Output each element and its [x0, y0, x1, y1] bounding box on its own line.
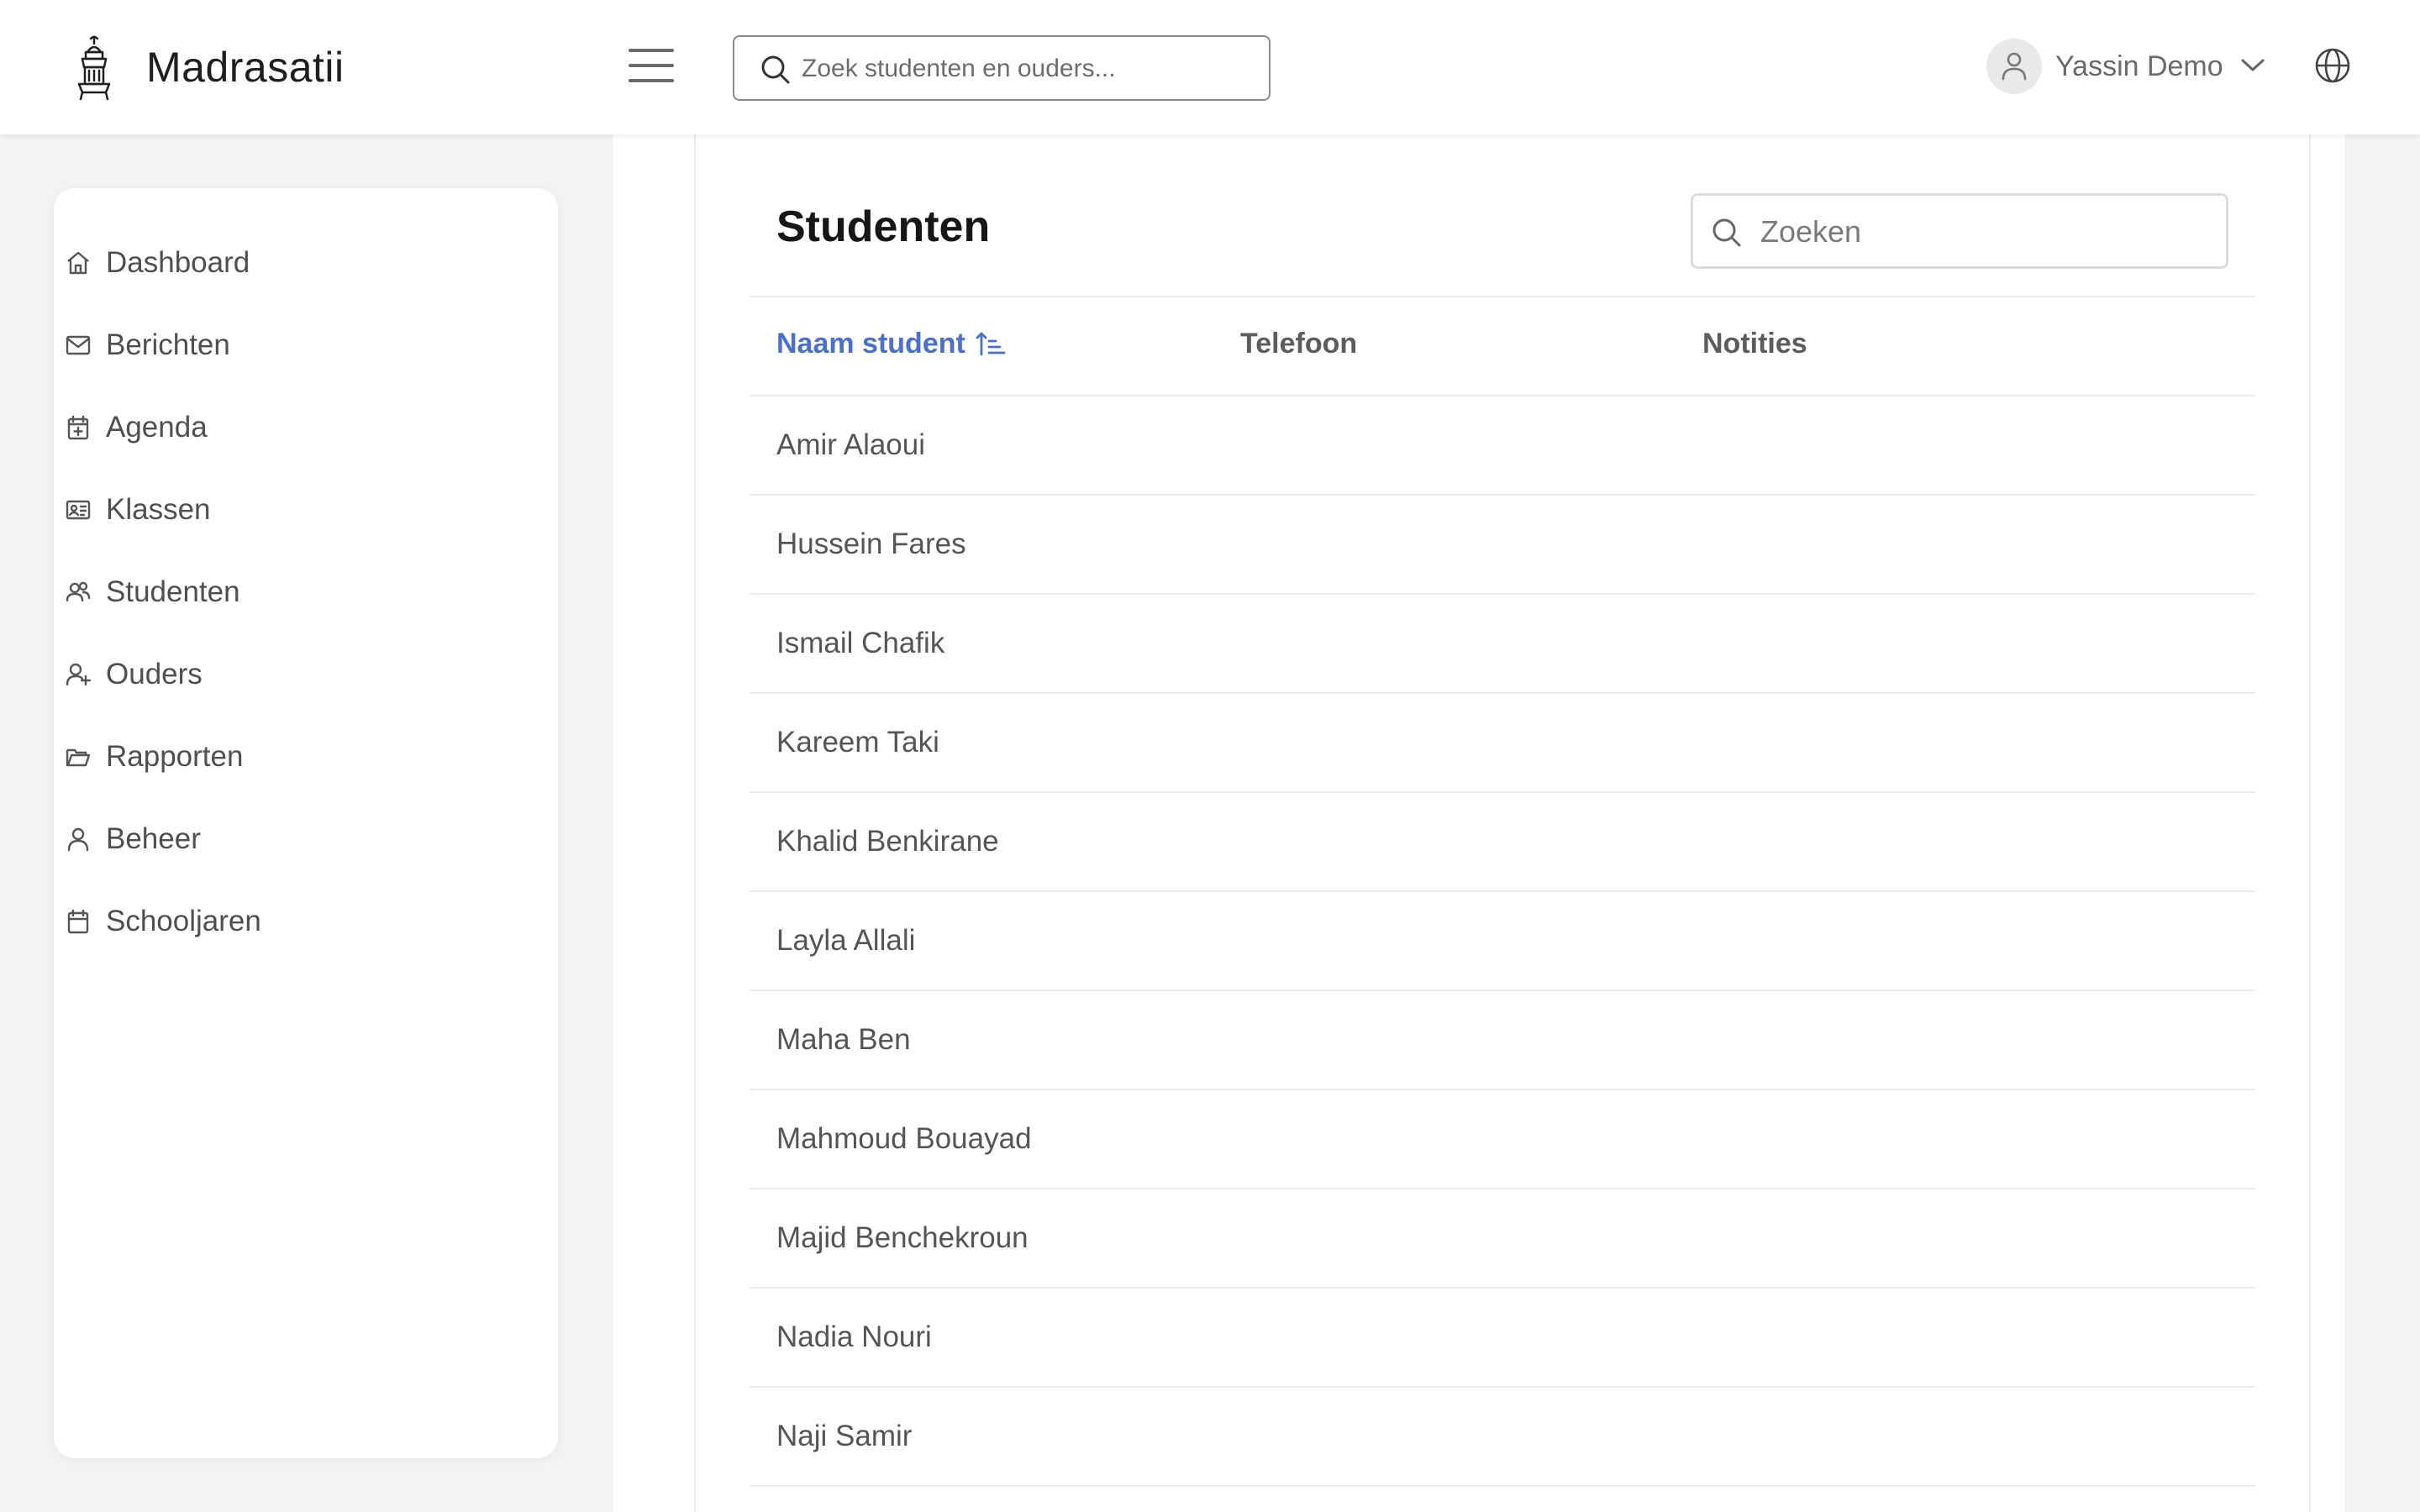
top-bar: Madrasatii Yassin Demo: [0, 0, 2420, 134]
sidebar-item-studenten[interactable]: Studenten: [64, 563, 467, 622]
mosque-logo-icon: [71, 34, 118, 101]
table-row[interactable]: Maha Ben: [776, 1023, 911, 1057]
divider: [750, 1485, 2255, 1487]
table-row[interactable]: Naji Samir: [776, 1420, 912, 1453]
sidebar-item-beheer[interactable]: Beheer: [64, 810, 467, 869]
avatar: [1986, 39, 2042, 94]
menu-toggle-icon[interactable]: [629, 49, 674, 86]
divider: [750, 890, 2255, 892]
user-menu[interactable]: Yassin Demo: [1986, 39, 2272, 96]
search-icon: [760, 54, 792, 86]
divider: [750, 692, 2255, 694]
column-header-telefoon[interactable]: Telefoon: [1240, 328, 1357, 360]
divider: [750, 395, 2255, 396]
user-icon: [64, 825, 92, 853]
sort-ascending-icon: [976, 332, 1006, 356]
table-row[interactable]: Nadia Nouri: [776, 1320, 932, 1354]
sidebar-item-label: Klassen: [106, 493, 211, 526]
sidebar-item-ouders[interactable]: Ouders: [64, 645, 467, 704]
divider: [750, 593, 2255, 595]
id-card-icon: [64, 496, 92, 524]
sidebar-item-label: Rapporten: [106, 740, 244, 773]
sidebar-item-dashboard[interactable]: Dashboard: [64, 234, 467, 292]
sidebar-item-label: Schooljaren: [106, 905, 261, 937]
calendar-icon: [64, 907, 92, 936]
divider: [750, 1386, 2255, 1388]
table-search-input[interactable]: [1760, 211, 2214, 253]
chevron-down-icon: [2241, 59, 2265, 71]
sidebar-item-label: Berichten: [106, 328, 230, 361]
user-plus-icon: [64, 660, 92, 689]
page-title: Studenten: [776, 202, 991, 251]
divider: [750, 1188, 2255, 1189]
global-search-box[interactable]: [733, 35, 1270, 101]
users-icon: [64, 578, 92, 606]
sidebar-item-label: Dashboard: [106, 246, 250, 279]
user-name: Yassin Demo: [2055, 50, 2223, 82]
divider: [750, 791, 2255, 793]
column-header-naam-student[interactable]: Naam student: [776, 328, 1006, 360]
sidebar-item-label: Ouders: [106, 658, 203, 690]
divider: [750, 1287, 2255, 1289]
home-icon: [64, 249, 92, 277]
table-search-box[interactable]: [1691, 193, 2228, 269]
sidebar-item-label: Studenten: [106, 575, 240, 608]
global-search-input[interactable]: [802, 49, 1255, 89]
sidebar-item-label: Agenda: [106, 411, 208, 444]
table-row[interactable]: Kareem Taki: [776, 726, 939, 759]
table-row[interactable]: Mahmoud Bouayad: [776, 1122, 1032, 1156]
table-row[interactable]: Amir Alaoui: [776, 428, 925, 462]
table-row[interactable]: Khalid Benkirane: [776, 825, 999, 858]
sidebar-item-schooljaren[interactable]: Schooljaren: [64, 892, 467, 951]
mail-icon: [64, 331, 92, 360]
table-row[interactable]: Hussein Fares: [776, 528, 966, 561]
column-header-label: Naam student: [776, 328, 965, 360]
sidebar-item-agenda[interactable]: Agenda: [64, 398, 467, 457]
search-icon: [1710, 216, 1744, 254]
sidebar-item-label: Beheer: [106, 822, 201, 855]
table-row[interactable]: Majid Benchekroun: [776, 1221, 1028, 1255]
table-row[interactable]: Layla Allali: [776, 924, 915, 958]
globe-language-icon[interactable]: [2314, 47, 2351, 84]
app-name: Madrasatii: [146, 44, 345, 91]
calendar-plus-icon: [64, 413, 92, 442]
divider: [750, 494, 2255, 496]
column-header-notities[interactable]: Notities: [1702, 328, 1807, 360]
divider: [750, 990, 2255, 991]
sidebar-item-berichten[interactable]: Berichten: [64, 316, 467, 375]
table-row[interactable]: Ismail Chafik: [776, 627, 944, 660]
sidebar-item-klassen[interactable]: Klassen: [64, 480, 467, 539]
divider: [750, 1089, 2255, 1090]
folder-open-icon: [64, 743, 92, 771]
divider: [750, 296, 2255, 297]
sidebar-item-rapporten[interactable]: Rapporten: [64, 727, 467, 786]
